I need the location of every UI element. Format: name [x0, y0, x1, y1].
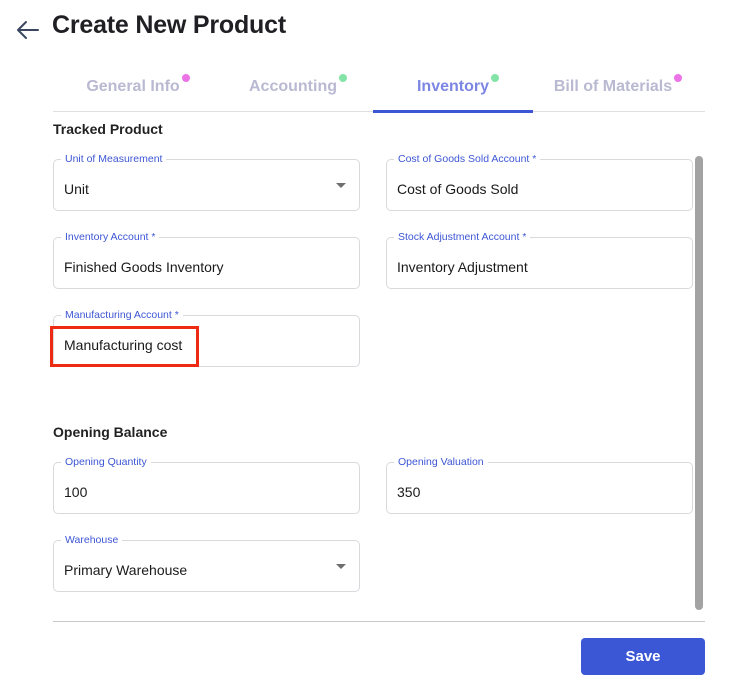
- footer-divider: [53, 621, 705, 622]
- field-value: Manufacturing cost: [64, 337, 183, 353]
- field-label: Warehouse: [61, 534, 123, 546]
- arrow-left-icon: [17, 21, 39, 39]
- opening-quantity-field[interactable]: Opening Quantity 100: [53, 456, 360, 514]
- unit-of-measurement-select[interactable]: Unit of Measurement Unit: [53, 153, 360, 211]
- save-button[interactable]: Save: [581, 638, 705, 675]
- tab-inventory[interactable]: Inventory: [373, 66, 533, 113]
- tab-general-info[interactable]: General Info: [53, 66, 213, 112]
- inventory-account-field[interactable]: Inventory Account * Finished Goods Inven…: [53, 231, 360, 289]
- tab-label: Inventory: [416, 78, 489, 95]
- field-value: 350: [397, 484, 421, 500]
- tab-label: General Info: [86, 78, 180, 95]
- inventory-form: Tracked Product Unit of Measurement Unit…: [53, 112, 705, 622]
- tab-accounting[interactable]: Accounting: [213, 66, 373, 112]
- field-label: Unit of Measurement: [61, 153, 167, 165]
- field-value: Finished Goods Inventory: [64, 259, 224, 275]
- cogs-account-field[interactable]: Cost of Goods Sold Account * Cost of Goo…: [386, 153, 693, 211]
- field-label: Opening Quantity: [61, 456, 151, 468]
- page-title: Create New Product: [52, 11, 286, 39]
- field-value: Unit: [64, 181, 89, 197]
- status-dot: [339, 74, 347, 82]
- field-label: Inventory Account *: [61, 231, 160, 243]
- tab-bar: General Info Accounting Inventory Bill o…: [53, 66, 705, 113]
- tab-label: Accounting: [249, 78, 337, 95]
- dropdown-arrow-icon: [336, 564, 346, 569]
- section-title-tracked-product: Tracked Product: [53, 121, 163, 137]
- field-label: Opening Valuation: [394, 456, 488, 468]
- field-value: Cost of Goods Sold: [397, 181, 519, 197]
- back-button[interactable]: [14, 16, 42, 44]
- manufacturing-account-field[interactable]: Manufacturing Account * Manufacturing co…: [53, 309, 360, 367]
- scrollbar-thumb[interactable]: [695, 156, 703, 610]
- tab-bill-of-materials[interactable]: Bill of Materials: [533, 66, 693, 112]
- field-value: Primary Warehouse: [64, 562, 188, 578]
- field-label: Cost of Goods Sold Account *: [394, 153, 541, 165]
- page-header: Create New Product: [0, 0, 737, 56]
- opening-valuation-field[interactable]: Opening Valuation 350: [386, 456, 693, 514]
- field-value: Inventory Adjustment: [397, 259, 528, 275]
- status-dot: [181, 74, 190, 82]
- status-dot: [674, 74, 683, 82]
- dropdown-arrow-icon: [336, 183, 346, 188]
- status-dot: [491, 74, 499, 82]
- field-label: Stock Adjustment Account *: [394, 231, 531, 243]
- field-value: 100: [64, 484, 88, 500]
- warehouse-select[interactable]: Warehouse Primary Warehouse: [53, 534, 360, 592]
- field-label: Manufacturing Account *: [61, 309, 183, 321]
- stock-adjustment-account-field[interactable]: Stock Adjustment Account * Inventory Adj…: [386, 231, 693, 289]
- tab-label: Bill of Materials: [553, 78, 673, 95]
- section-title-opening-balance: Opening Balance: [53, 424, 168, 440]
